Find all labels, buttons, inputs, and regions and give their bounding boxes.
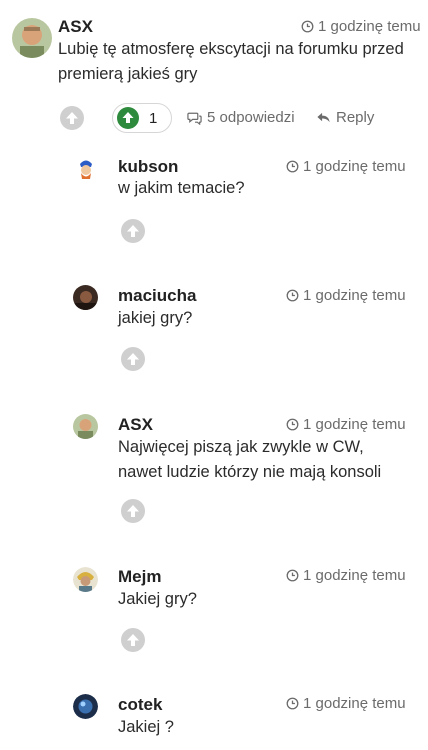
clock-icon xyxy=(286,160,299,173)
upvote-button[interactable] xyxy=(121,219,145,243)
clock-icon xyxy=(286,289,299,302)
comment-line: Jakiej gry? xyxy=(118,590,197,608)
comment-line: premierą jakieś gry xyxy=(58,65,198,83)
reply-comment: maciucha 1 godzinę temu jakiej gry? xyxy=(0,279,428,389)
upvote-button[interactable]: 1 xyxy=(112,103,173,133)
upvote-button[interactable] xyxy=(121,628,145,652)
clock-icon xyxy=(286,418,299,431)
comment-author[interactable]: maciucha xyxy=(118,286,196,306)
vote-count: 1 xyxy=(149,109,158,127)
clock-icon xyxy=(301,20,314,33)
comment-timestamp[interactable]: 1 godzinę temu xyxy=(286,287,406,304)
comment-timestamp[interactable]: 1 godzinę temu xyxy=(286,416,406,433)
comment-timestamp[interactable]: 1 godzinę temu xyxy=(286,158,406,175)
comment-body: Najwięcej piszą jak zwykle w CW, nawet l… xyxy=(118,435,381,485)
comment-line: nawet ludzie którzy nie mają konsoli xyxy=(118,463,382,481)
reply-arrow-icon xyxy=(317,112,330,123)
arrow-up-circle-icon xyxy=(127,505,139,517)
comment-author[interactable]: ASX xyxy=(58,17,93,37)
timestamp-text: 1 godzinę temu xyxy=(303,695,406,712)
reply-comment: ASX 1 godzinę temu Najwięcej piszą jak z… xyxy=(0,408,428,538)
replies-toggle[interactable]: 5 odpowiedzi xyxy=(187,109,295,126)
comment-body: Lubię tę atmosferę ekscytacji na forumku… xyxy=(58,37,404,87)
avatar[interactable] xyxy=(74,156,98,180)
downvote-button[interactable] xyxy=(60,106,84,130)
timestamp-text: 1 godzinę temu xyxy=(303,416,406,433)
reply-comment: cotek 1 godzinę temu Jakiej ? xyxy=(0,690,428,750)
arrow-up-circle-icon xyxy=(117,107,139,129)
reply-label: Reply xyxy=(336,109,375,126)
avatar[interactable] xyxy=(12,18,52,58)
reply-comment: kubson 1 godzinę temu w jakim temacie? xyxy=(0,150,428,260)
avatar[interactable] xyxy=(73,285,98,310)
comment-thread: ASX 1 godzinę temu Lubię tę atmosferę ek… xyxy=(0,0,428,750)
comment-author[interactable]: Mejm xyxy=(118,567,161,587)
reply-button[interactable]: Reply xyxy=(316,109,374,126)
timestamp-text: 1 godzinę temu xyxy=(303,158,406,175)
replies-count-label: 5 odpowiedzi xyxy=(207,109,295,126)
avatar[interactable] xyxy=(73,567,98,592)
comment-author[interactable]: kubson xyxy=(118,157,178,177)
upvote-button[interactable] xyxy=(121,499,145,523)
arrow-up-circle-icon xyxy=(66,112,78,124)
comment-author[interactable]: cotek xyxy=(118,695,162,715)
comment-author[interactable]: ASX xyxy=(118,415,153,435)
reply-comment: Mejm 1 godzinę temu Jakiej gry? xyxy=(0,561,428,671)
comments-icon xyxy=(187,112,202,125)
comment-line: jakiej gry? xyxy=(118,309,193,327)
arrow-up-circle-icon xyxy=(127,225,139,237)
comment-timestamp[interactable]: 1 godzinę temu xyxy=(286,695,406,712)
comment-line: Jakiej ? xyxy=(118,718,174,736)
clock-icon xyxy=(286,569,299,582)
main-comment: ASX 1 godzinę temu Lubię tę atmosferę ek… xyxy=(0,0,428,140)
comment-line: Lubię tę atmosferę ekscytacji na forumku… xyxy=(58,40,404,58)
timestamp-text: 1 godzinę temu xyxy=(303,287,406,304)
comment-body: jakiej gry? xyxy=(118,306,192,331)
avatar[interactable] xyxy=(73,414,98,439)
arrow-up-circle-icon xyxy=(127,634,139,646)
timestamp-text: 1 godzinę temu xyxy=(303,567,406,584)
comment-body: Jakiej gry? xyxy=(118,587,197,612)
comment-body: Jakiej ? xyxy=(118,715,174,740)
timestamp-text: 1 godzinę temu xyxy=(318,18,421,35)
comment-timestamp[interactable]: 1 godzinę temu xyxy=(301,18,421,35)
upvote-button[interactable] xyxy=(121,347,145,371)
comment-body: w jakim temacie? xyxy=(118,176,245,201)
comment-line: w jakim temacie? xyxy=(118,179,245,197)
arrow-up-circle-icon xyxy=(127,353,139,365)
comment-line: Najwięcej piszą jak zwykle w CW, xyxy=(118,438,364,456)
clock-icon xyxy=(286,697,299,710)
avatar[interactable] xyxy=(73,694,98,719)
comment-timestamp[interactable]: 1 godzinę temu xyxy=(286,567,406,584)
